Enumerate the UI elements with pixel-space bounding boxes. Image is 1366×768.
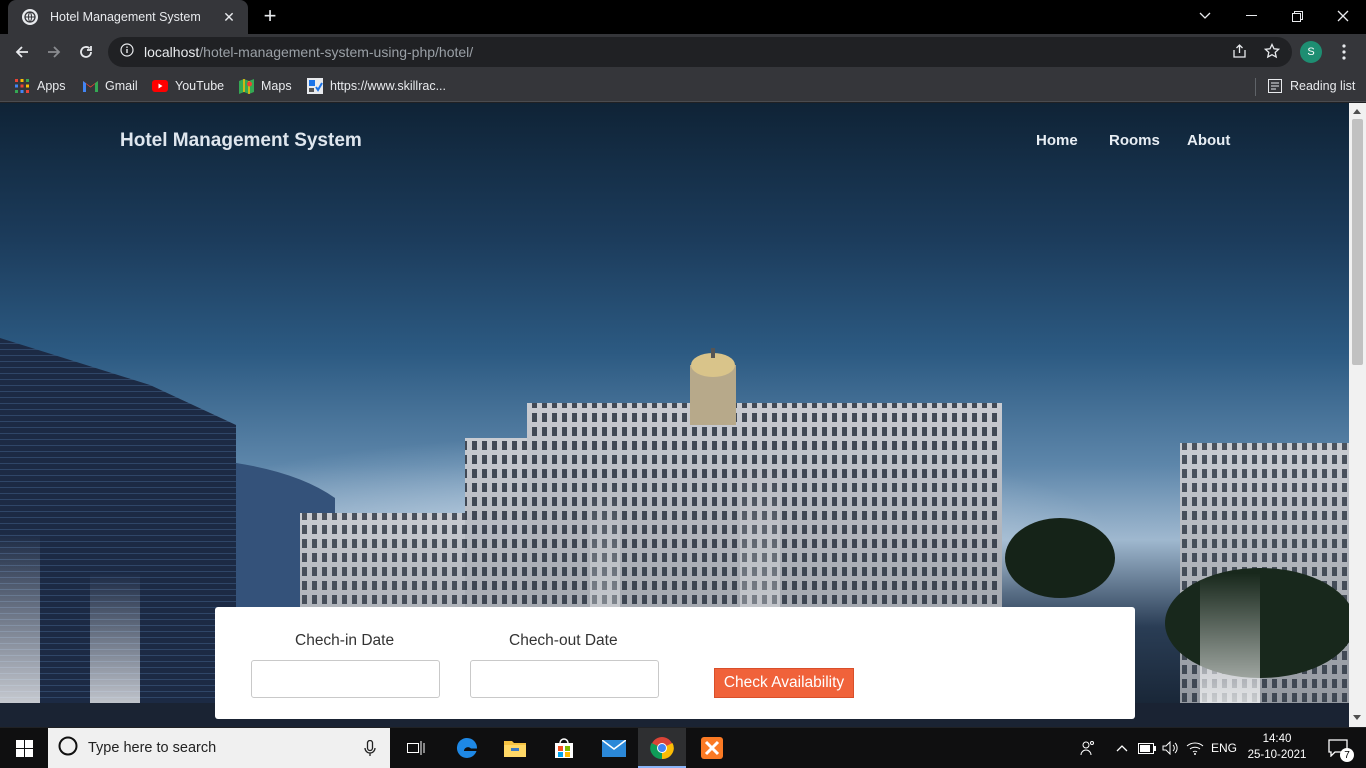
speaker-icon[interactable] — [1160, 728, 1182, 768]
scroll-down-arrow-icon[interactable] — [1353, 715, 1361, 720]
chevron-up-icon[interactable] — [1112, 728, 1132, 768]
url-path: /hotel-management-system-using-php/hotel… — [199, 44, 474, 60]
url-host: localhost — [144, 44, 200, 60]
clock-date: 25-10-2021 — [1247, 749, 1307, 761]
language-indicator[interactable]: ENG — [1208, 728, 1240, 768]
bookmark-label: Maps — [261, 79, 292, 93]
microsoft-store-icon[interactable] — [545, 728, 583, 768]
chrome-taskbar-icon[interactable] — [638, 728, 686, 768]
scrollbar-thumb[interactable] — [1352, 119, 1363, 365]
booking-form: Chech-in Date Chech-out Date Check Avail… — [215, 607, 1135, 719]
back-button[interactable] — [9, 39, 35, 65]
bookmark-skillrack[interactable]: https://www.skillrac... — [307, 76, 446, 96]
nav-link-rooms[interactable]: Rooms — [1109, 132, 1160, 149]
bookmark-label: Gmail — [105, 79, 138, 93]
bookmark-youtube[interactable]: YouTube — [152, 76, 224, 96]
checkin-label: Chech-in Date — [295, 632, 395, 649]
tab-title: Hotel Management System — [50, 10, 201, 24]
url-text: localhost/hotel-management-system-using-… — [144, 44, 473, 60]
bookmark-star-icon[interactable] — [1263, 42, 1281, 64]
checkout-date-input[interactable] — [470, 660, 659, 698]
notification-center-icon[interactable]: 7 — [1318, 728, 1358, 768]
forward-button[interactable] — [41, 39, 67, 65]
task-view-icon[interactable] — [398, 728, 434, 768]
edge-browser-icon[interactable] — [448, 728, 486, 768]
tab-close-icon[interactable]: ✕ — [220, 9, 238, 26]
people-icon[interactable] — [1076, 728, 1100, 768]
checkin-date-input[interactable] — [251, 660, 440, 698]
reading-list-icon — [1267, 78, 1283, 94]
globe-icon — [22, 9, 38, 25]
address-bar[interactable]: localhost/hotel-management-system-using-… — [108, 37, 1292, 67]
mail-icon[interactable] — [594, 728, 634, 768]
info-icon[interactable] — [120, 42, 134, 62]
window-close-button[interactable] — [1320, 0, 1366, 32]
clock-time: 14:40 — [1262, 733, 1292, 745]
page-scrollbar[interactable] — [1349, 103, 1366, 727]
gmail-icon — [82, 78, 98, 94]
bookmark-label: https://www.skillrac... — [330, 79, 446, 93]
taskbar-search-box[interactable]: Type here to search — [48, 728, 390, 768]
bookmarks-bar: Apps Gmail YouTube Maps https://www.skil… — [0, 70, 1366, 102]
reading-list-button[interactable]: Reading list — [1267, 76, 1355, 96]
browser-tabstrip: Hotel Management System ✕ + — [0, 0, 1366, 34]
bookmarks-divider — [1255, 78, 1256, 96]
xampp-icon[interactable] — [692, 728, 732, 768]
scroll-up-arrow-icon[interactable] — [1353, 109, 1361, 114]
profile-avatar[interactable]: S — [1300, 41, 1322, 63]
restore-button[interactable] — [1274, 0, 1320, 32]
bookmark-label: YouTube — [175, 79, 225, 93]
windows-start-icon[interactable] — [0, 728, 48, 768]
nav-link-about[interactable]: About — [1187, 132, 1230, 149]
minimize-button[interactable] — [1228, 0, 1274, 32]
taskbar-clock[interactable]: 14:40 25-10-2021 — [1246, 731, 1308, 763]
youtube-icon — [152, 78, 168, 94]
new-tab-button[interactable]: + — [260, 5, 280, 27]
wifi-icon[interactable] — [1184, 728, 1206, 768]
share-icon[interactable] — [1232, 44, 1247, 64]
menu-kebab-icon[interactable] — [1331, 39, 1357, 65]
tab-search-icon[interactable] — [1182, 0, 1228, 32]
microphone-icon[interactable] — [364, 739, 376, 762]
notification-count-badge: 7 — [1340, 748, 1354, 762]
bookmark-apps[interactable]: Apps — [14, 76, 66, 96]
page-viewport: Hotel Management System Home Rooms About… — [0, 103, 1349, 727]
browser-tab[interactable]: Hotel Management System ✕ — [8, 0, 248, 34]
check-availability-button[interactable]: Check Availability — [714, 668, 854, 698]
file-explorer-icon[interactable] — [496, 728, 534, 768]
skillrack-icon — [307, 78, 323, 94]
maps-icon — [238, 78, 254, 94]
battery-icon[interactable] — [1136, 728, 1158, 768]
site-brand-title[interactable]: Hotel Management System — [120, 130, 362, 152]
apps-grid-icon — [14, 78, 30, 94]
browser-toolbar: localhost/hotel-management-system-using-… — [0, 34, 1366, 70]
bookmark-maps[interactable]: Maps — [238, 76, 292, 96]
bookmark-label: Apps — [37, 79, 66, 93]
search-placeholder: Type here to search — [88, 740, 217, 756]
windows-taskbar: Type here to search ENG 14:40 25-10-2021… — [0, 728, 1366, 768]
bookmark-gmail[interactable]: Gmail — [82, 76, 138, 96]
checkout-label: Chech-out Date — [509, 632, 618, 649]
reading-list-label: Reading list — [1290, 79, 1356, 93]
cortana-circle-icon — [58, 736, 78, 761]
nav-link-home[interactable]: Home — [1036, 132, 1078, 149]
reload-button[interactable] — [73, 39, 99, 65]
